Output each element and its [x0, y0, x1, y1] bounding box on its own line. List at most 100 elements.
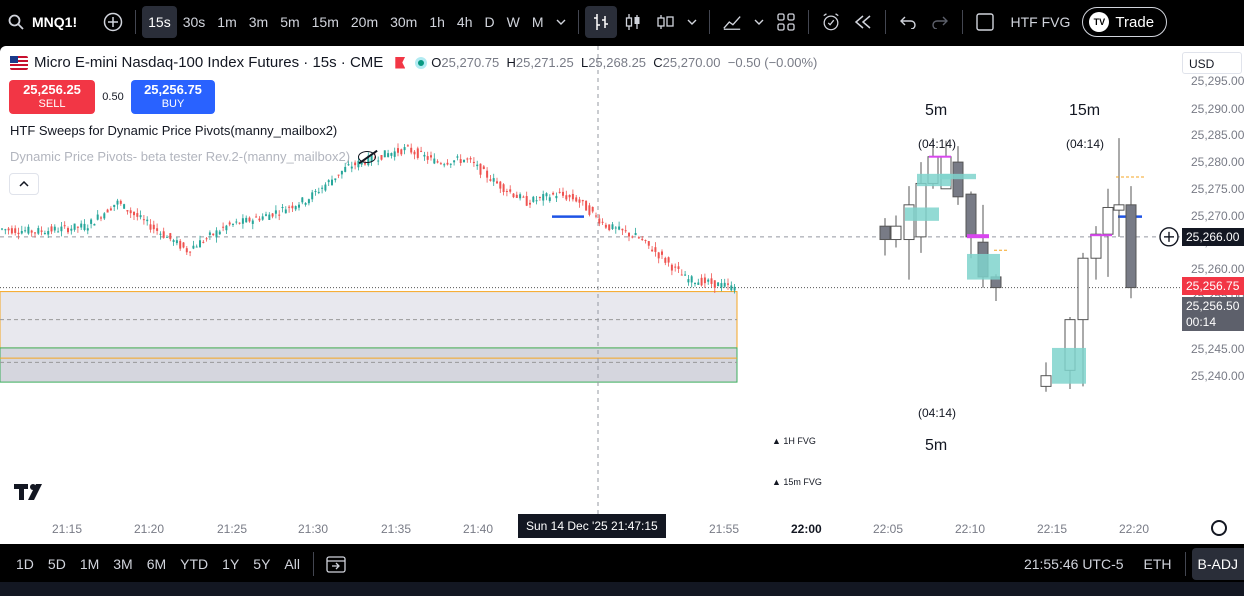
time-tick: 21:35 — [381, 522, 412, 536]
candle-body — [189, 251, 192, 253]
interval-5m[interactable]: 5m — [274, 6, 305, 38]
candle-body — [703, 277, 706, 284]
candle-body — [571, 193, 574, 200]
symbol-search[interactable]: MNQ1! — [0, 6, 97, 38]
interval-30m[interactable]: 30m — [384, 6, 423, 38]
candle-body — [109, 208, 112, 211]
candle-body — [397, 148, 399, 153]
bar-style-hollow-button[interactable] — [649, 6, 681, 38]
interval-W[interactable]: W — [501, 6, 526, 38]
range-3m[interactable]: 3M — [106, 556, 139, 572]
indicator-legend-dynamic-pivots[interactable]: Dynamic Price Pivots- beta tester Rev.2-… — [10, 149, 377, 164]
range-1d[interactable]: 1D — [9, 556, 41, 572]
range-1m[interactable]: 1M — [73, 556, 106, 572]
bar-style-dropdown[interactable] — [681, 6, 703, 38]
fvg-1h-label: ▲ 1H FVG — [772, 436, 816, 446]
interval-15m[interactable]: 15m — [306, 6, 345, 38]
interval-M[interactable]: M — [526, 6, 550, 38]
interval-20m[interactable]: 20m — [345, 6, 384, 38]
htf-fvg-button[interactable]: HTF FVG — [1005, 6, 1077, 38]
undo-button[interactable] — [892, 6, 924, 38]
candle-body — [60, 226, 63, 232]
goto-date-button[interactable] — [320, 548, 352, 580]
alert-button[interactable] — [815, 6, 847, 38]
range-6m[interactable]: 6M — [140, 556, 173, 572]
interval-15s[interactable]: 15s — [142, 6, 177, 38]
interval-D[interactable]: D — [479, 6, 501, 38]
indicators-dropdown[interactable] — [748, 6, 770, 38]
collapse-legend-button[interactable] — [9, 173, 39, 195]
legend-title[interactable]: Micro E-mini Nasdaq-100 Index Futures · … — [34, 54, 383, 71]
indicator-legend-htf-sweeps[interactable]: HTF Sweeps for Dynamic Price Pivots(mann… — [10, 123, 337, 138]
candle-body — [146, 219, 149, 222]
fullscreen-button[interactable] — [969, 6, 1001, 38]
range-5y[interactable]: 5Y — [246, 556, 277, 572]
candle-body — [119, 200, 122, 204]
interval-30s[interactable]: 30s — [177, 6, 212, 38]
price-axis[interactable]: USD 25,295.00 25,290.00 25,285.00 25,280.00… — [1182, 46, 1244, 514]
search-icon — [8, 14, 24, 30]
candle-body — [185, 248, 188, 253]
bar-style-candles-button[interactable] — [617, 6, 649, 38]
candle-body — [634, 233, 637, 236]
sell-button[interactable]: 25,256.25 SELL — [9, 80, 95, 114]
chart-canvas[interactable] — [0, 46, 1182, 514]
candle-body — [156, 228, 159, 231]
candle-body — [588, 205, 591, 215]
candle-body — [265, 214, 267, 216]
clock[interactable]: 21:55:46 UTC-5 — [1017, 556, 1131, 572]
sweep-marker — [929, 155, 951, 158]
redo-button[interactable] — [924, 6, 956, 38]
candle-body — [53, 226, 56, 231]
interval-1m[interactable]: 1m — [211, 6, 242, 38]
replay-button[interactable] — [847, 6, 879, 38]
layouts-button[interactable] — [770, 6, 802, 38]
chart-pane[interactable]: Micro E-mini Nasdaq-100 Index Futures · … — [0, 46, 1182, 514]
candle-body — [413, 151, 416, 155]
trade-label: Trade — [1115, 13, 1155, 31]
range-1y[interactable]: 1Y — [215, 556, 246, 572]
candle-body — [294, 206, 297, 210]
tradingview-logo-icon: TV — [1089, 12, 1110, 32]
candle-body — [631, 236, 634, 238]
interval-1h[interactable]: 1h — [423, 6, 451, 38]
buy-button[interactable]: 25,256.75 BUY — [131, 80, 215, 114]
interval-dropdown[interactable] — [550, 6, 572, 38]
interval-3m[interactable]: 3m — [243, 6, 274, 38]
adjustment-toggle[interactable]: B-ADJ — [1191, 548, 1244, 580]
eye-off-icon[interactable] — [358, 150, 377, 163]
trade-button[interactable]: TV Trade — [1082, 7, 1168, 37]
interval-4h[interactable]: 4h — [451, 6, 479, 38]
candle-body — [552, 192, 555, 195]
candle-body — [604, 224, 607, 228]
time-tick: 22:10 — [955, 522, 986, 536]
gear-icon[interactable] — [1211, 520, 1227, 536]
candle-body — [591, 206, 594, 212]
candle-body — [93, 223, 96, 226]
candle-body — [611, 224, 614, 230]
range-all[interactable]: All — [277, 556, 307, 572]
candle-body — [390, 153, 393, 156]
flag-marker-icon[interactable] — [395, 56, 406, 69]
session-toggle[interactable]: ETH — [1137, 556, 1179, 572]
bottom-strip — [0, 582, 1244, 596]
candle-body — [436, 161, 439, 163]
bar-style-bars-button[interactable] — [584, 6, 617, 38]
time-axis[interactable]: 21:15 21:20 21:25 21:30 21:35 21:40 21:55 22:00… — [0, 514, 1244, 544]
candle-body — [684, 274, 687, 276]
candle-body — [116, 200, 119, 205]
time-tick: 21:15 — [52, 522, 83, 536]
undo-icon — [899, 16, 916, 29]
range-ytd[interactable]: YTD — [173, 556, 215, 572]
compare-add-button[interactable] — [97, 6, 129, 38]
currency-select[interactable]: USD — [1182, 52, 1242, 74]
candle-body — [291, 205, 294, 209]
candle-body — [159, 233, 162, 235]
htf15-candle-body — [1077, 257, 1089, 321]
candle-body — [268, 214, 271, 220]
range-5d[interactable]: 5D — [41, 556, 73, 572]
indicators-button[interactable] — [716, 6, 748, 38]
label-5m-bottom: 5m — [925, 437, 948, 454]
candle-body — [406, 145, 409, 147]
candle-body — [307, 199, 310, 204]
